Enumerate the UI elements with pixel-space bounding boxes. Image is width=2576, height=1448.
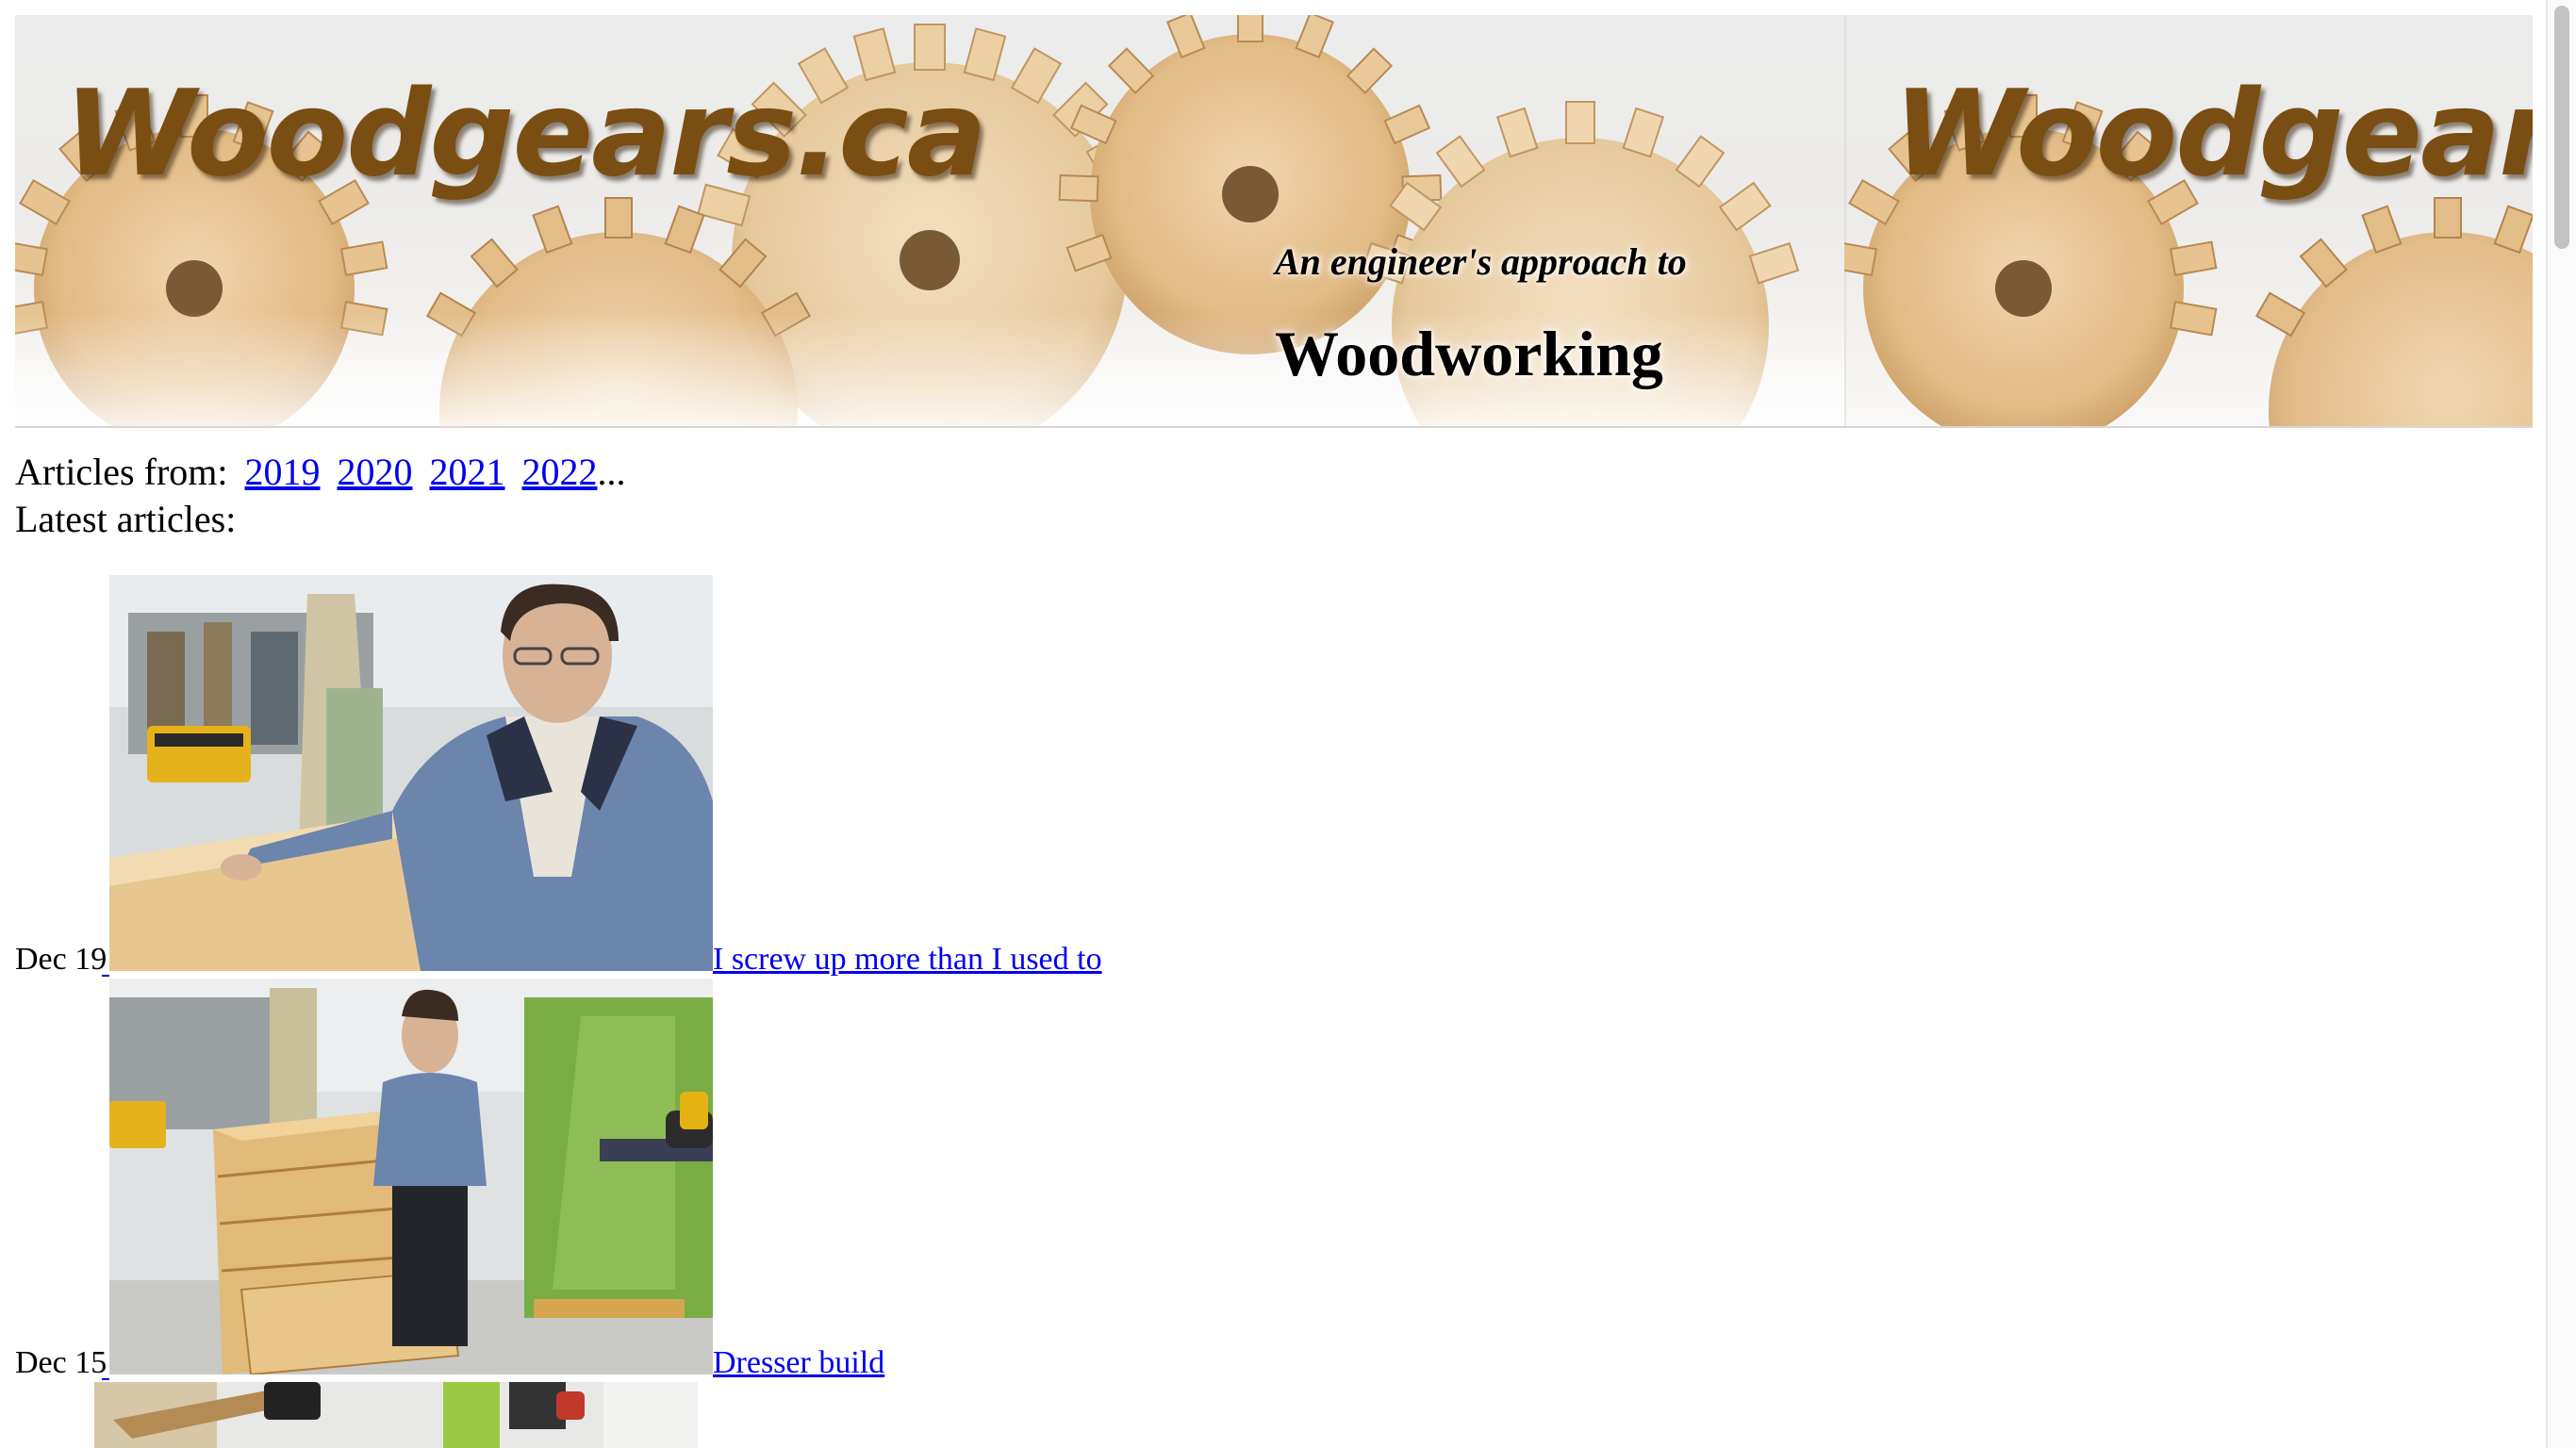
- workshop-photo-3: [94, 1382, 698, 1448]
- year-nav-label: Articles from:: [15, 451, 228, 493]
- site-logo[interactable]: Woodgears.ca: [64, 64, 987, 203]
- link-underline: [102, 975, 109, 977]
- workshop-photo-1: [109, 575, 713, 971]
- year-link-2021[interactable]: 2021: [430, 451, 505, 493]
- article-thumbnail[interactable]: [94, 1382, 698, 1448]
- site-logo-repeat: Woodgears.ca: [1893, 64, 2533, 203]
- banner-image-repeat: Woodgears.ca: [1844, 15, 2533, 426]
- site-tagline: An engineer's approach to: [1275, 240, 1687, 283]
- vertical-scrollbar[interactable]: [2546, 0, 2576, 1448]
- article-title-link[interactable]: Dresser build: [713, 1344, 884, 1382]
- site-subject: Woodworking: [1275, 318, 1663, 389]
- year-nav: Articles from: 2019 2020 2021 2022...: [15, 449, 626, 496]
- article-title-link[interactable]: I screw up more than I used to: [713, 941, 1102, 979]
- scrollbar-thumb[interactable]: [2554, 6, 2569, 249]
- banner-image: Woodgears.ca An engineer's approach to W…: [15, 15, 1844, 426]
- year-nav-ellipsis: ...: [597, 451, 626, 493]
- latest-articles-heading: Latest articles:: [15, 498, 237, 540]
- year-link-2022[interactable]: 2022: [522, 451, 598, 493]
- article-thumbnail[interactable]: [109, 979, 713, 1374]
- link-underline: [102, 1378, 109, 1380]
- year-link-2020[interactable]: 2020: [338, 451, 413, 493]
- site-banner: Woodgears.ca An engineer's approach to W…: [15, 15, 2533, 428]
- year-link-2019[interactable]: 2019: [245, 451, 321, 493]
- workshop-photo-2: [109, 979, 713, 1374]
- article-date: Dec 19: [15, 942, 107, 977]
- article-date: Dec 15: [15, 1345, 107, 1380]
- article-thumbnail[interactable]: [109, 575, 713, 971]
